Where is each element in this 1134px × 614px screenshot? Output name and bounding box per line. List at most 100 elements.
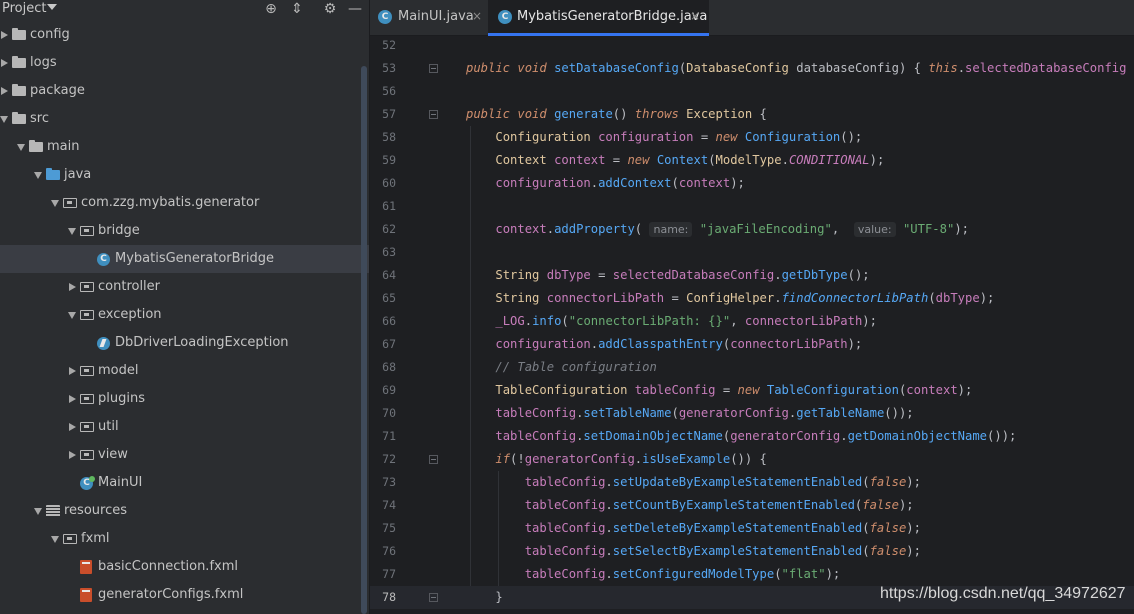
tab-mainui-java[interactable]: C MainUI.java × bbox=[370, 0, 487, 36]
tree-item-dbdriverloadingexception[interactable]: DbDriverLoadingException bbox=[0, 329, 369, 357]
code-line[interactable]: 73 tableConfig.setUpdateByExampleStateme… bbox=[370, 471, 1134, 494]
collapsed-arrow-icon[interactable] bbox=[1, 59, 8, 67]
fold-marker-icon[interactable] bbox=[429, 455, 438, 464]
expanded-arrow-icon[interactable] bbox=[68, 312, 76, 319]
tree-item-main[interactable]: main bbox=[0, 133, 369, 161]
line-number: 64 bbox=[382, 268, 396, 282]
expanded-arrow-icon[interactable] bbox=[0, 116, 8, 123]
code-line[interactable]: 61 bbox=[370, 195, 1134, 218]
code-line[interactable]: 58 Configuration configuration = new Con… bbox=[370, 126, 1134, 149]
package-icon bbox=[80, 226, 94, 236]
tree-item-java[interactable]: java bbox=[0, 161, 369, 189]
line-number: 69 bbox=[382, 383, 396, 397]
sidebar-scrollbar-thumb[interactable] bbox=[361, 66, 367, 614]
code-line[interactable]: 63 bbox=[370, 241, 1134, 264]
code-line[interactable]: 77 tableConfig.setConfiguredModelType("f… bbox=[370, 563, 1134, 586]
fold-marker-icon[interactable] bbox=[429, 593, 438, 602]
collapsed-arrow-icon[interactable] bbox=[69, 367, 76, 375]
locate-target-icon[interactable]: ⊕ bbox=[262, 0, 280, 18]
expanded-arrow-icon[interactable] bbox=[68, 228, 76, 235]
tree-item-exception[interactable]: exception bbox=[0, 301, 369, 329]
code-line[interactable]: 66 _LOG.info("connectorLibPath: {}", con… bbox=[370, 310, 1134, 333]
tab-mybatisgeneratorbridge-java[interactable]: C MybatisGeneratorBridge.java × bbox=[488, 0, 709, 36]
tree-item-fxml[interactable]: fxml bbox=[0, 525, 369, 553]
project-view-selector[interactable]: Project bbox=[2, 0, 46, 17]
code-text: String dbType = selectedDatabaseConfig.g… bbox=[466, 264, 869, 287]
chevron-down-icon[interactable] bbox=[47, 4, 57, 10]
line-number: 67 bbox=[382, 337, 396, 351]
collapsed-arrow-icon[interactable] bbox=[1, 87, 8, 95]
code-token: . bbox=[524, 314, 533, 328]
code-token: new bbox=[715, 130, 738, 144]
expanded-arrow-icon[interactable] bbox=[51, 200, 59, 207]
tree-item-label: DbDriverLoadingException bbox=[115, 335, 289, 350]
code-line[interactable]: 69 TableConfiguration tableConfig = new … bbox=[370, 379, 1134, 402]
code-token: throws bbox=[634, 107, 679, 121]
tree-item-src[interactable]: src bbox=[0, 105, 369, 133]
tree-item-com-zzg-mybatis-generator[interactable]: com.zzg.mybatis.generator bbox=[0, 189, 369, 217]
expanded-arrow-icon[interactable] bbox=[51, 536, 59, 543]
expanded-arrow-icon[interactable] bbox=[17, 144, 25, 151]
code-token: ( bbox=[671, 406, 679, 420]
tree-item-mybatisgeneratorbridge[interactable]: C MybatisGeneratorBridge bbox=[0, 245, 369, 273]
code-line[interactable]: 64 String dbType = selectedDatabaseConfi… bbox=[370, 264, 1134, 287]
tree-item-resources[interactable]: resources bbox=[0, 497, 369, 525]
collapsed-arrow-icon[interactable] bbox=[69, 283, 76, 291]
code-line[interactable]: 65 String connectorLibPath = ConfigHelpe… bbox=[370, 287, 1134, 310]
expanded-arrow-icon[interactable] bbox=[34, 508, 42, 515]
collapse-all-icon[interactable]: ⇕ bbox=[288, 0, 306, 18]
code-line[interactable]: 60 configuration.addContext(context); bbox=[370, 172, 1134, 195]
tree-item-model[interactable]: model bbox=[0, 357, 369, 385]
tree-item-controller[interactable]: controller bbox=[0, 273, 369, 301]
tree-item-basicconnection-fxml[interactable]: basicConnection.fxml bbox=[0, 553, 369, 581]
code-line[interactable]: 72 if(!generatorConfig.isUseExample()) { bbox=[370, 448, 1134, 471]
folder-icon bbox=[12, 56, 26, 68]
code-line[interactable]: 62 context.addProperty( name: "javaFileE… bbox=[370, 218, 1134, 241]
tree-item-view[interactable]: view bbox=[0, 441, 369, 469]
fold-marker-icon[interactable] bbox=[429, 64, 438, 73]
tree-item-bridge[interactable]: bridge bbox=[0, 217, 369, 245]
code-line[interactable]: 70 tableConfig.setTableName(generatorCon… bbox=[370, 402, 1134, 425]
code-line[interactable]: 53 public void setDatabaseConfig(Database… bbox=[370, 57, 1134, 80]
package-icon bbox=[80, 394, 94, 404]
code-line[interactable]: 76 tableConfig.setSelectByExampleStateme… bbox=[370, 540, 1134, 563]
collapsed-arrow-icon[interactable] bbox=[69, 451, 76, 459]
code-token: . bbox=[605, 498, 613, 512]
code-line[interactable]: 57 public void generate() throws Exceptio… bbox=[370, 103, 1134, 126]
code-line[interactable]: 56 bbox=[370, 80, 1134, 103]
code-editor[interactable]: 52 53 public void setDatabaseConfig(Databa… bbox=[370, 37, 1134, 614]
expanded-arrow-icon[interactable] bbox=[34, 172, 42, 179]
code-token: DatabaseConfig bbox=[686, 61, 789, 75]
code-line[interactable]: 71 tableConfig.setDomainObjectName(gener… bbox=[370, 425, 1134, 448]
fold-marker-icon[interactable] bbox=[429, 110, 438, 119]
tree-item-logs[interactable]: logs bbox=[0, 49, 369, 77]
collapsed-arrow-icon[interactable] bbox=[69, 395, 76, 403]
code-token: ); bbox=[906, 521, 921, 535]
code-line[interactable]: 59 Context context = new Context(ModelTy… bbox=[370, 149, 1134, 172]
code-token: "connectorLibPath: {}" bbox=[568, 314, 731, 328]
hide-panel-icon[interactable]: — bbox=[346, 0, 364, 18]
tree-item-package[interactable]: package bbox=[0, 77, 369, 105]
collapsed-arrow-icon[interactable] bbox=[69, 423, 76, 431]
code-line[interactable]: 67 configuration.addClasspathEntry(conne… bbox=[370, 333, 1134, 356]
editor-scrollbar[interactable] bbox=[1124, 37, 1134, 614]
tree-item-plugins[interactable]: plugins bbox=[0, 385, 369, 413]
tree-item-config[interactable]: config bbox=[0, 21, 369, 49]
tree-item-mainui[interactable]: C MainUI bbox=[0, 469, 369, 497]
code-line[interactable]: 68 // Table configuration bbox=[370, 356, 1134, 379]
tree-item-generatorconfigs-fxml[interactable]: generatorConfigs.fxml bbox=[0, 581, 369, 609]
close-icon[interactable]: × bbox=[472, 8, 482, 25]
gear-icon[interactable]: ⚙ bbox=[321, 0, 339, 18]
tree-item-label: main bbox=[47, 139, 80, 154]
tree-item-util[interactable]: util bbox=[0, 413, 369, 441]
collapsed-arrow-icon[interactable] bbox=[1, 31, 8, 39]
code-token: tableConfig bbox=[524, 498, 606, 512]
code-line[interactable]: 74 tableConfig.setCountByExampleStatemen… bbox=[370, 494, 1134, 517]
close-icon[interactable]: × bbox=[690, 8, 700, 25]
project-panel-header: Project ⊕ ⇕ ⚙ — bbox=[0, 0, 369, 18]
code-token: findConnectorLibPath bbox=[781, 291, 929, 305]
code-line[interactable]: 52 bbox=[370, 37, 1134, 57]
code-line[interactable]: 75 tableConfig.setDeleteByExampleStateme… bbox=[370, 517, 1134, 540]
package-icon bbox=[80, 422, 94, 432]
